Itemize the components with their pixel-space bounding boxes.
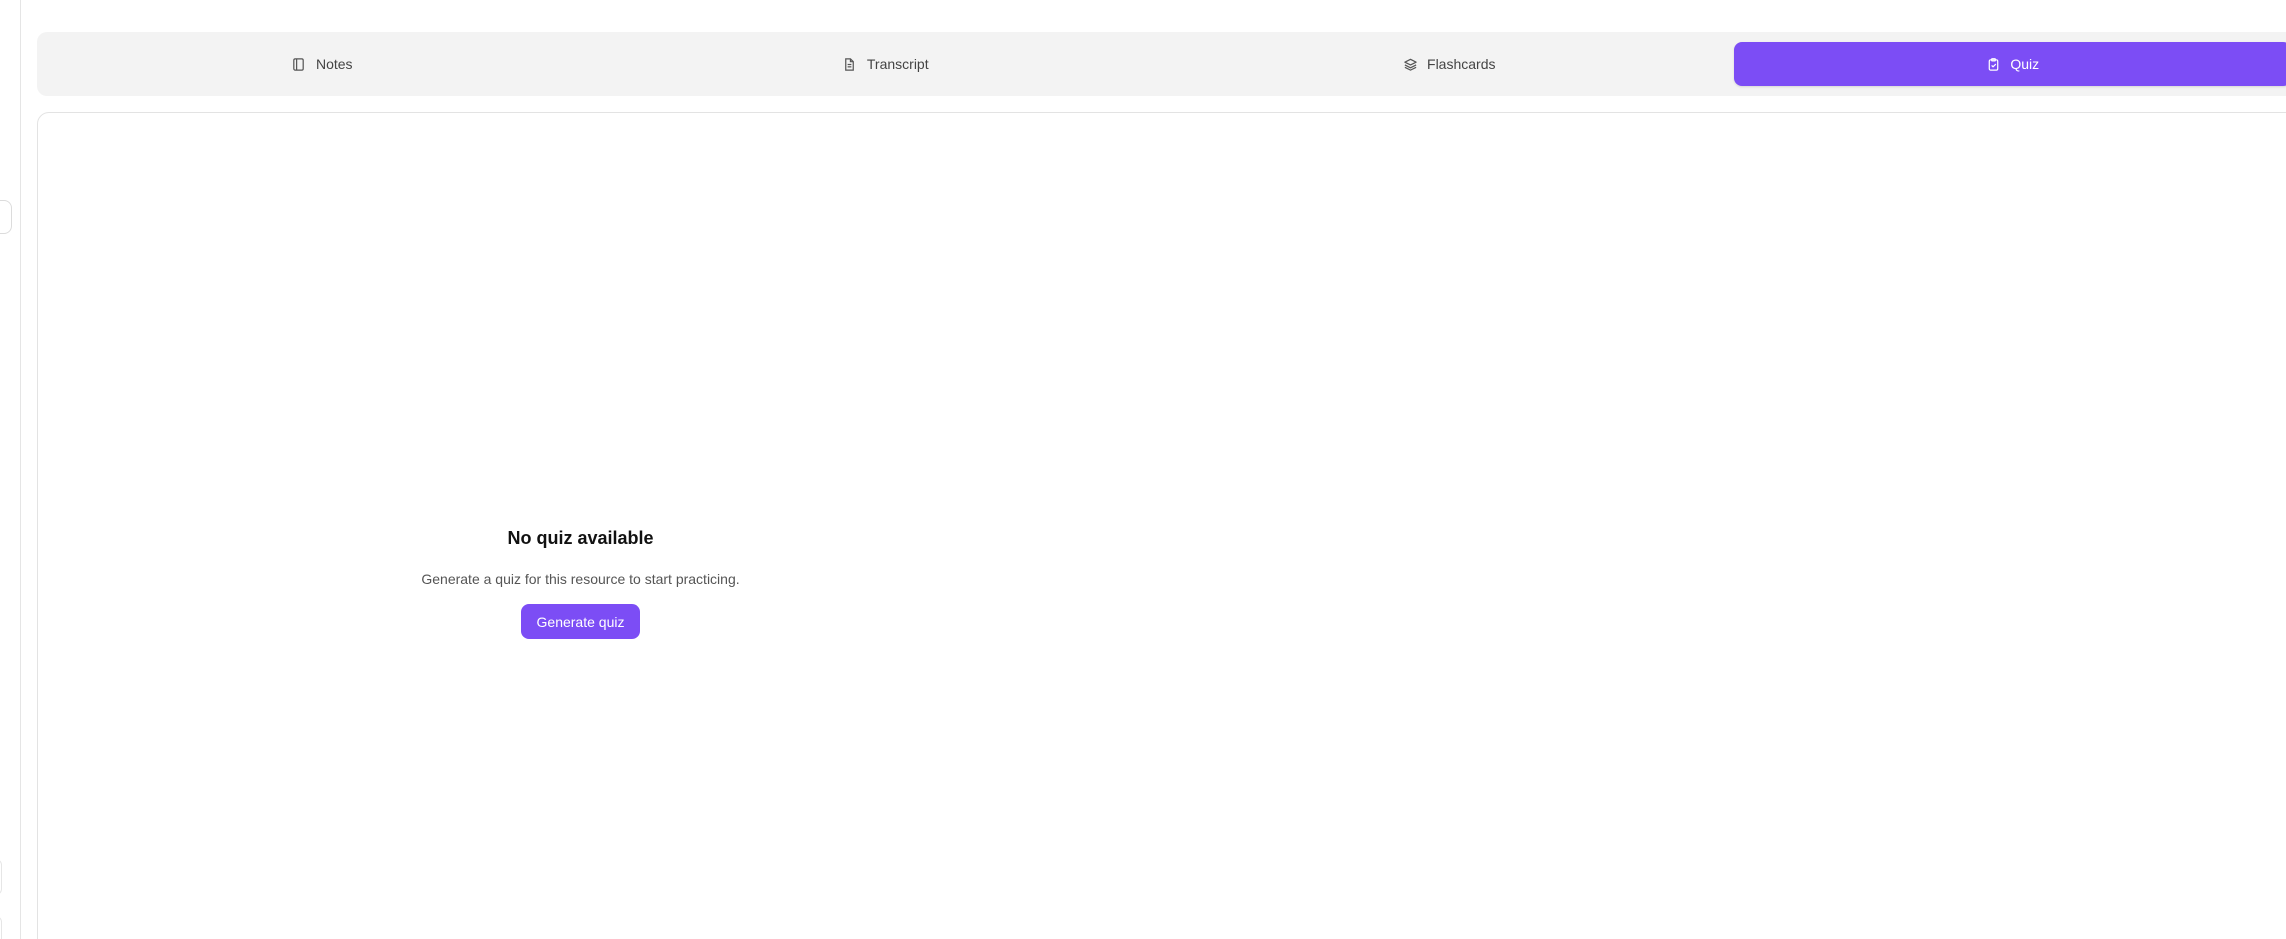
tab-quiz[interactable]: Quiz: [1733, 42, 2286, 86]
clipboard-check-icon: [1985, 56, 2001, 72]
tab-bar: Notes Transcript Flashcards Quiz: [37, 32, 2286, 96]
sidebar-collapsed-item[interactable]: [0, 859, 2, 895]
sidebar-edge: [0, 0, 21, 939]
layers-icon: [1402, 56, 1418, 72]
tab-notes[interactable]: Notes: [43, 42, 601, 86]
notebook-icon: [291, 56, 307, 72]
empty-state-title: No quiz available: [507, 528, 654, 548]
file-text-icon: [842, 56, 858, 72]
content-panel: [37, 112, 2286, 939]
tab-flashcards[interactable]: Flashcards: [1170, 42, 1728, 86]
tab-label: Transcript: [866, 56, 929, 72]
tab-transcript[interactable]: Transcript: [607, 42, 1165, 86]
tab-label: Quiz: [2010, 56, 2040, 72]
empty-state-description: Generate a quiz for this resource to sta…: [421, 571, 740, 587]
page: Notes Transcript Flashcards Quiz No quiz…: [0, 0, 2286, 939]
sidebar-collapsed-item[interactable]: [0, 916, 2, 939]
generate-quiz-button[interactable]: Generate quiz: [520, 604, 641, 639]
tab-label: Flashcards: [1427, 56, 1496, 72]
tab-label: Notes: [315, 56, 353, 72]
sidebar-collapsed-control[interactable]: [0, 200, 12, 234]
